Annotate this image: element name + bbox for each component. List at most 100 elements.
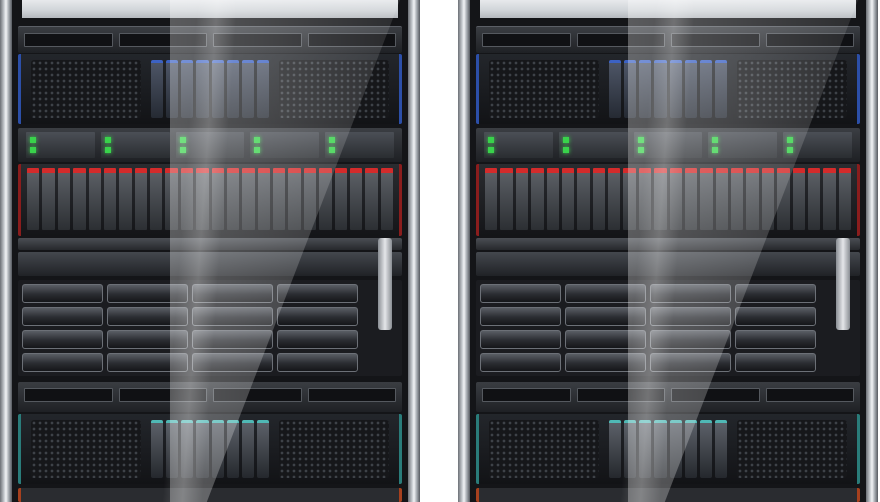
drive-bay-icon: [181, 60, 194, 118]
tray-row: [480, 353, 816, 372]
tray-icon: [650, 330, 731, 349]
tray-icon: [277, 353, 358, 372]
1u-switch: [476, 26, 860, 53]
tray-chassis: [18, 238, 402, 376]
drive-bay-icon: [241, 420, 254, 478]
rack-handle-icon: [836, 238, 850, 330]
drive-bay-icon: [88, 168, 101, 230]
status-led-icon: [558, 132, 628, 158]
drive-bay-icon: [746, 168, 759, 230]
tray-row: [480, 307, 816, 326]
drive-bays: [609, 420, 727, 478]
drive-bay-icon: [196, 60, 209, 118]
tray-icon: [735, 330, 816, 349]
2u-server-teal: [18, 414, 402, 484]
2u-server-teal: [476, 414, 860, 484]
port-slot: [118, 388, 207, 402]
2u-server-blue: [18, 54, 402, 124]
drive-bay-icon: [684, 60, 697, 118]
vent-grille-icon: [31, 60, 141, 118]
drive-bay-icon: [699, 420, 712, 478]
rack-top-cap: [22, 0, 398, 18]
rack-post-left: [458, 0, 470, 502]
drive-bay-icon: [42, 168, 55, 230]
storage-array-orange: [18, 488, 402, 502]
port-slot: [24, 388, 113, 402]
tray-icon: [192, 353, 273, 372]
port-slot: [765, 33, 854, 47]
drive-bay-icon: [807, 168, 821, 230]
drive-bay-icon: [166, 60, 179, 118]
drive-bay-icon: [792, 168, 805, 230]
rack-cabinet: [470, 0, 866, 502]
vent-grille-icon: [489, 60, 599, 118]
drive-bay-icon: [57, 168, 71, 230]
drive-bay-icon: [273, 168, 286, 230]
tray-row: [480, 284, 816, 303]
drive-bay-icon: [211, 60, 224, 118]
port-slot: [118, 33, 207, 47]
port-slot: [671, 388, 760, 402]
tray-icon: [735, 307, 816, 326]
port-row: [482, 33, 854, 47]
1u-server-green-leds: [18, 128, 402, 162]
drive-bay-icon: [103, 168, 117, 230]
tray-icon: [480, 284, 561, 303]
tray-icon: [22, 307, 103, 326]
drive-bay-icon: [150, 168, 163, 230]
drive-bay-icon: [165, 168, 178, 230]
status-led-icon: [633, 132, 703, 158]
tray-icon: [277, 307, 358, 326]
tray-icon: [565, 307, 646, 326]
drive-bay-icon: [119, 168, 132, 230]
drive-bay-icon: [592, 168, 605, 230]
port-slot: [576, 33, 665, 47]
status-led-icon: [708, 132, 778, 158]
rack-handle-icon: [378, 238, 392, 330]
port-slot: [213, 388, 302, 402]
tray-row: [22, 307, 358, 326]
drive-bay-icon: [485, 168, 498, 230]
drive-bay-icon: [669, 60, 682, 118]
red-drive-bays: [27, 168, 393, 230]
status-led-icon: [100, 132, 170, 158]
drive-bays: [151, 420, 269, 478]
drive-bay-icon: [288, 168, 301, 230]
1u-vent-panel: [18, 252, 402, 276]
1u-switch-lower: [476, 382, 860, 412]
tray-icon: [650, 284, 731, 303]
drive-bay-icon: [211, 420, 224, 478]
port-slot: [576, 388, 665, 402]
drive-bay-icon: [349, 168, 363, 230]
drive-bay-icon: [257, 168, 270, 230]
tray-icon: [650, 353, 731, 372]
drive-bay-icon: [777, 168, 790, 230]
tray-icon: [22, 284, 103, 303]
drive-bay-icon: [365, 168, 378, 230]
drive-bays: [609, 60, 727, 118]
port-row: [24, 388, 396, 402]
drive-bay-icon: [669, 168, 682, 230]
tray-icon: [480, 307, 561, 326]
drive-bay-icon: [211, 168, 224, 230]
vent-grille-icon: [737, 60, 847, 118]
tray-icon: [107, 284, 188, 303]
1u-server-green-leds: [476, 128, 860, 162]
port-slot: [307, 388, 396, 402]
tray-row: [22, 353, 358, 372]
tray-icon: [565, 353, 646, 372]
drive-bay-icon: [180, 168, 194, 230]
tray-icon: [735, 284, 816, 303]
left-rack: [0, 0, 420, 502]
vent-grille-icon: [279, 420, 389, 478]
tray-icon: [192, 330, 273, 349]
1u-vent-panel: [476, 252, 860, 276]
drive-bay-icon: [654, 60, 667, 118]
port-slot: [482, 388, 571, 402]
drive-bay-icon: [134, 168, 147, 230]
rack-post-right: [866, 0, 878, 502]
tray-icon: [565, 330, 646, 349]
drive-bay-icon: [577, 168, 590, 230]
tray-icon: [192, 307, 273, 326]
drive-bay-icon: [531, 168, 544, 230]
